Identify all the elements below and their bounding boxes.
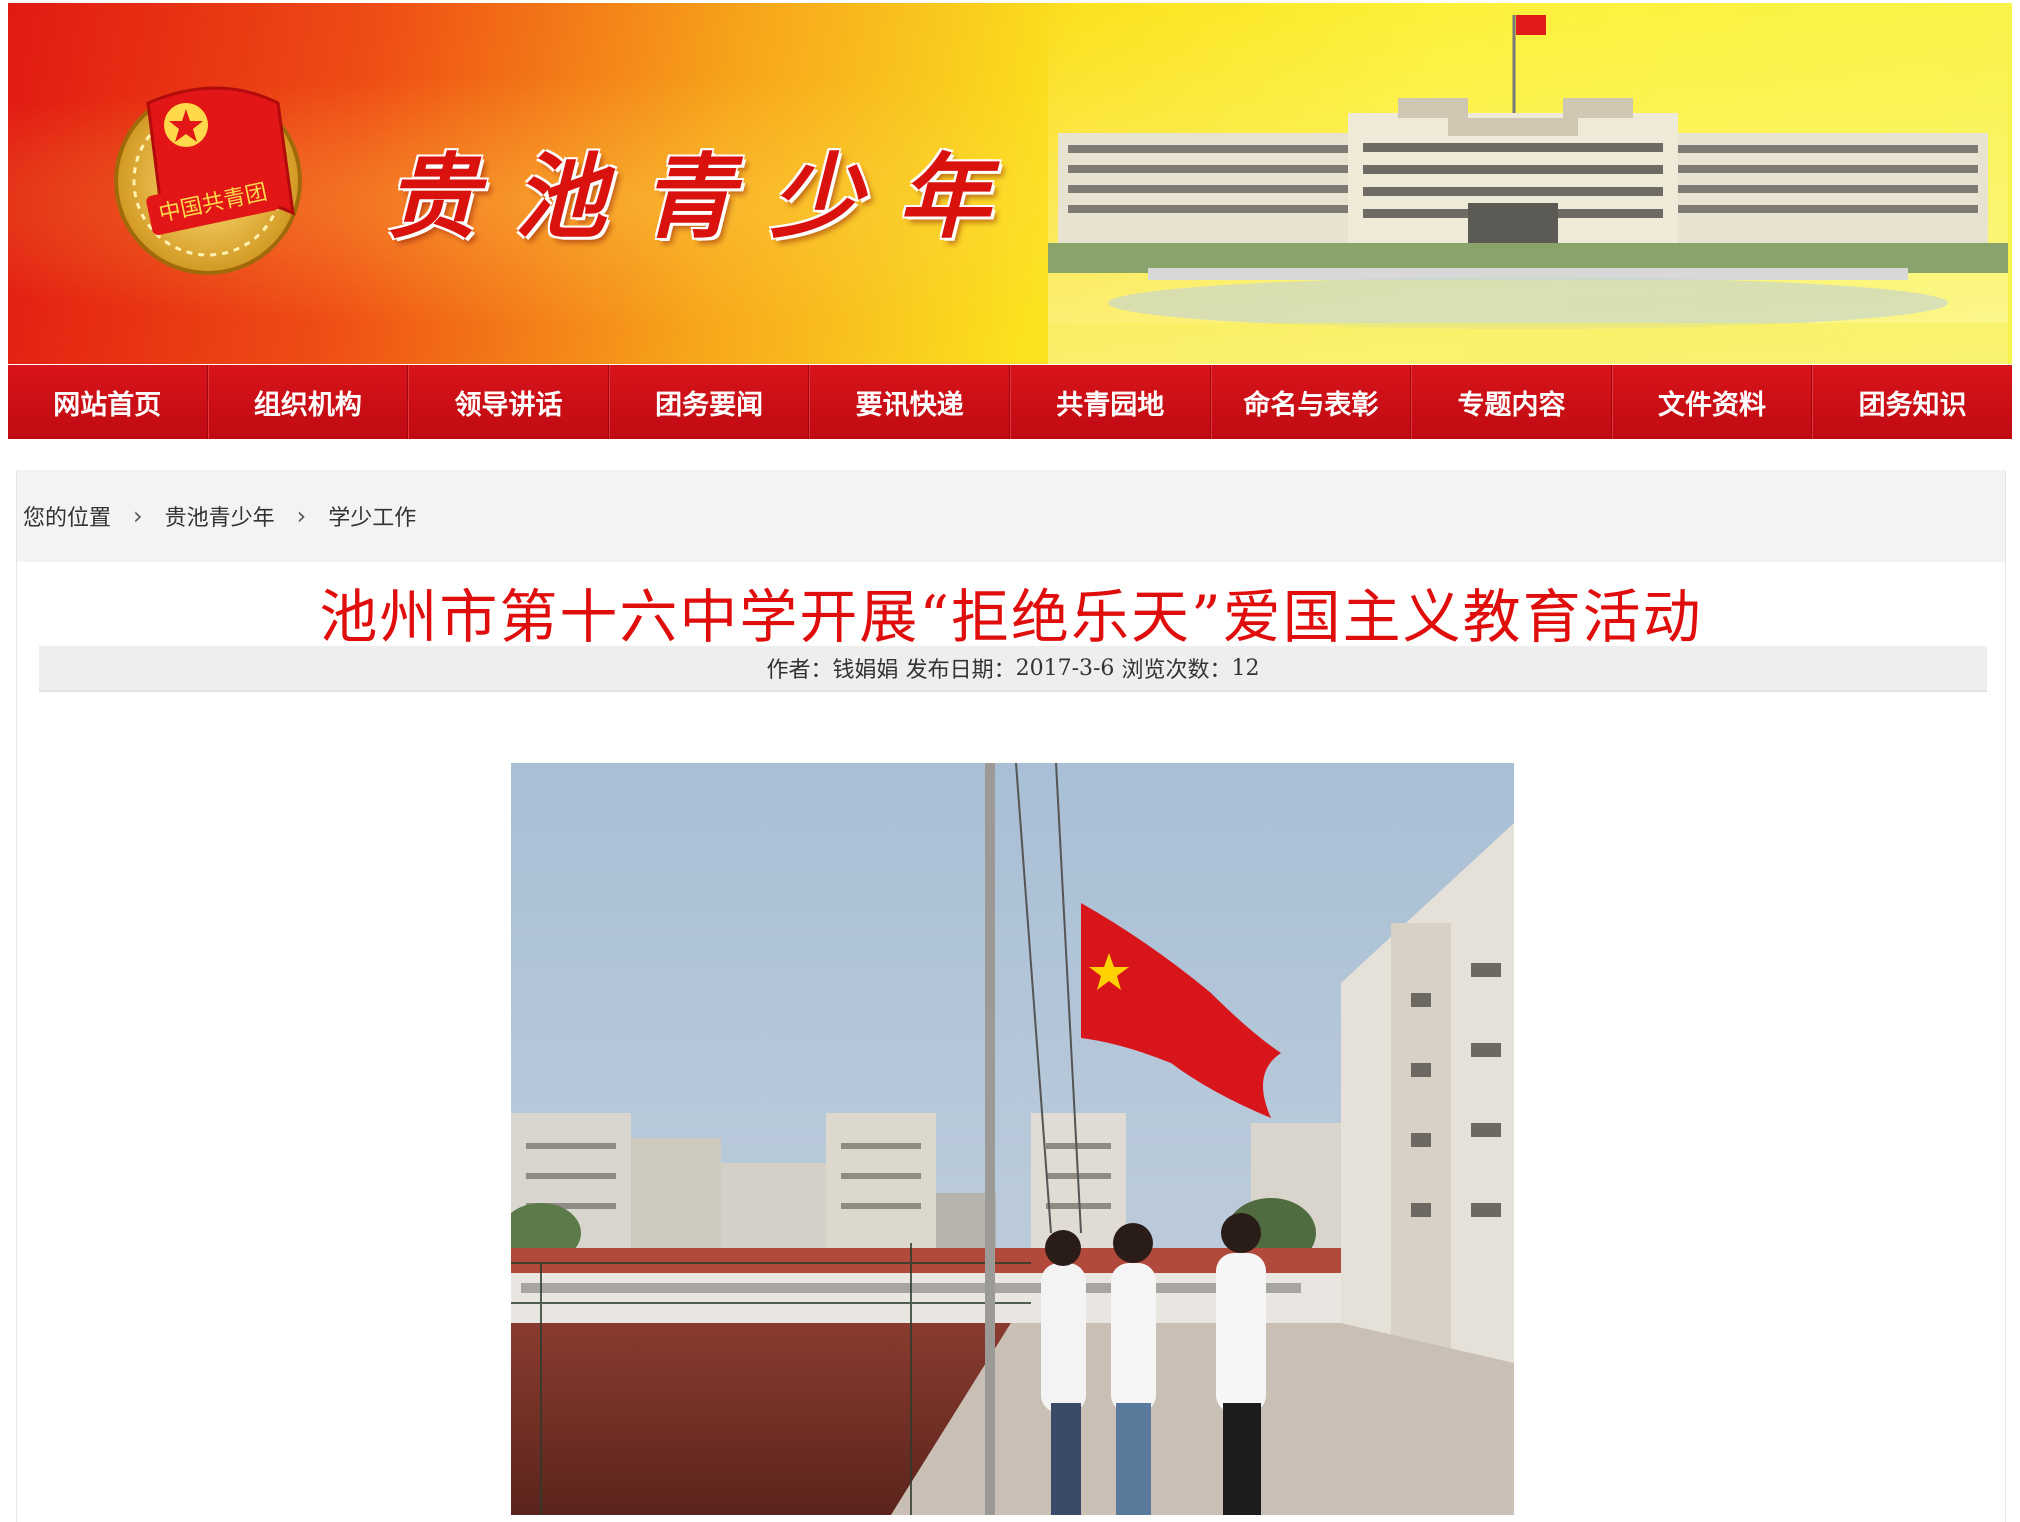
breadcrumb: 您的位置 › 贵池青少年 › 学少工作 (17, 470, 2005, 562)
nav-item-topics[interactable]: 专题内容 (1411, 365, 1612, 439)
content-area: 您的位置 › 贵池青少年 › 学少工作 池州市第十六中学开展“拒绝乐天”爱国主义… (16, 470, 2006, 1522)
breadcrumb-prefix: 您的位置 (23, 506, 112, 531)
article-photo[interactable] (511, 763, 1514, 1515)
article-meta: 作者： 钱娟娟 发布日期： 2017-3-6 浏览次数： 12 (39, 646, 1987, 692)
nav-item-honors[interactable]: 命名与表彰 (1210, 365, 1412, 439)
breadcrumb-separator: › (133, 502, 143, 530)
views-value: 12 (1231, 655, 1260, 681)
header-banner: 中国共青团 贵池青少年 (8, 3, 2012, 364)
nav-item-youth-garden[interactable]: 共青园地 (1009, 365, 1211, 439)
breadcrumb-item-category[interactable]: 学少工作 (328, 500, 416, 532)
article-title: 池州市第十六中学开展“拒绝乐天”爱国主义教育活动 (319, 583, 1703, 651)
author-label: 作者： (766, 658, 833, 683)
nav-item-league-knowledge[interactable]: 团务知识 (1812, 365, 2012, 439)
youth-league-emblem: 中国共青团 (114, 86, 302, 275)
nav-item-leader-speeches[interactable]: 领导讲话 (408, 365, 609, 439)
breadcrumb-item-site[interactable]: 贵池青少年 (165, 500, 275, 532)
nav-item-organization[interactable]: 组织机构 (207, 365, 409, 439)
site-title: 贵池青少年 (386, 143, 1027, 251)
date-value: 2017-3-6 (1015, 655, 1115, 681)
nav-item-documents[interactable]: 文件资料 (1611, 365, 1813, 439)
nav-item-express-news[interactable]: 要讯快递 (809, 365, 1010, 439)
school-building-image (1048, 3, 2008, 364)
page: 中国共青团 贵池青少年 网站首页 组织机构 领导讲话 团务要闻 要讯快递 共青园… (0, 0, 2020, 1522)
nav-item-league-news[interactable]: 团务要闻 (608, 365, 810, 439)
author-value: 钱娟娟 (832, 658, 899, 683)
nav-item-home[interactable]: 网站首页 (8, 365, 208, 439)
main-nav: 网站首页 组织机构 领导讲话 团务要闻 要讯快递 共青园地 命名与表彰 专题内容… (8, 365, 2012, 439)
date-label: 发布日期： (905, 658, 1016, 683)
breadcrumb-separator: › (296, 502, 307, 530)
views-label: 浏览次数： (1121, 658, 1232, 683)
